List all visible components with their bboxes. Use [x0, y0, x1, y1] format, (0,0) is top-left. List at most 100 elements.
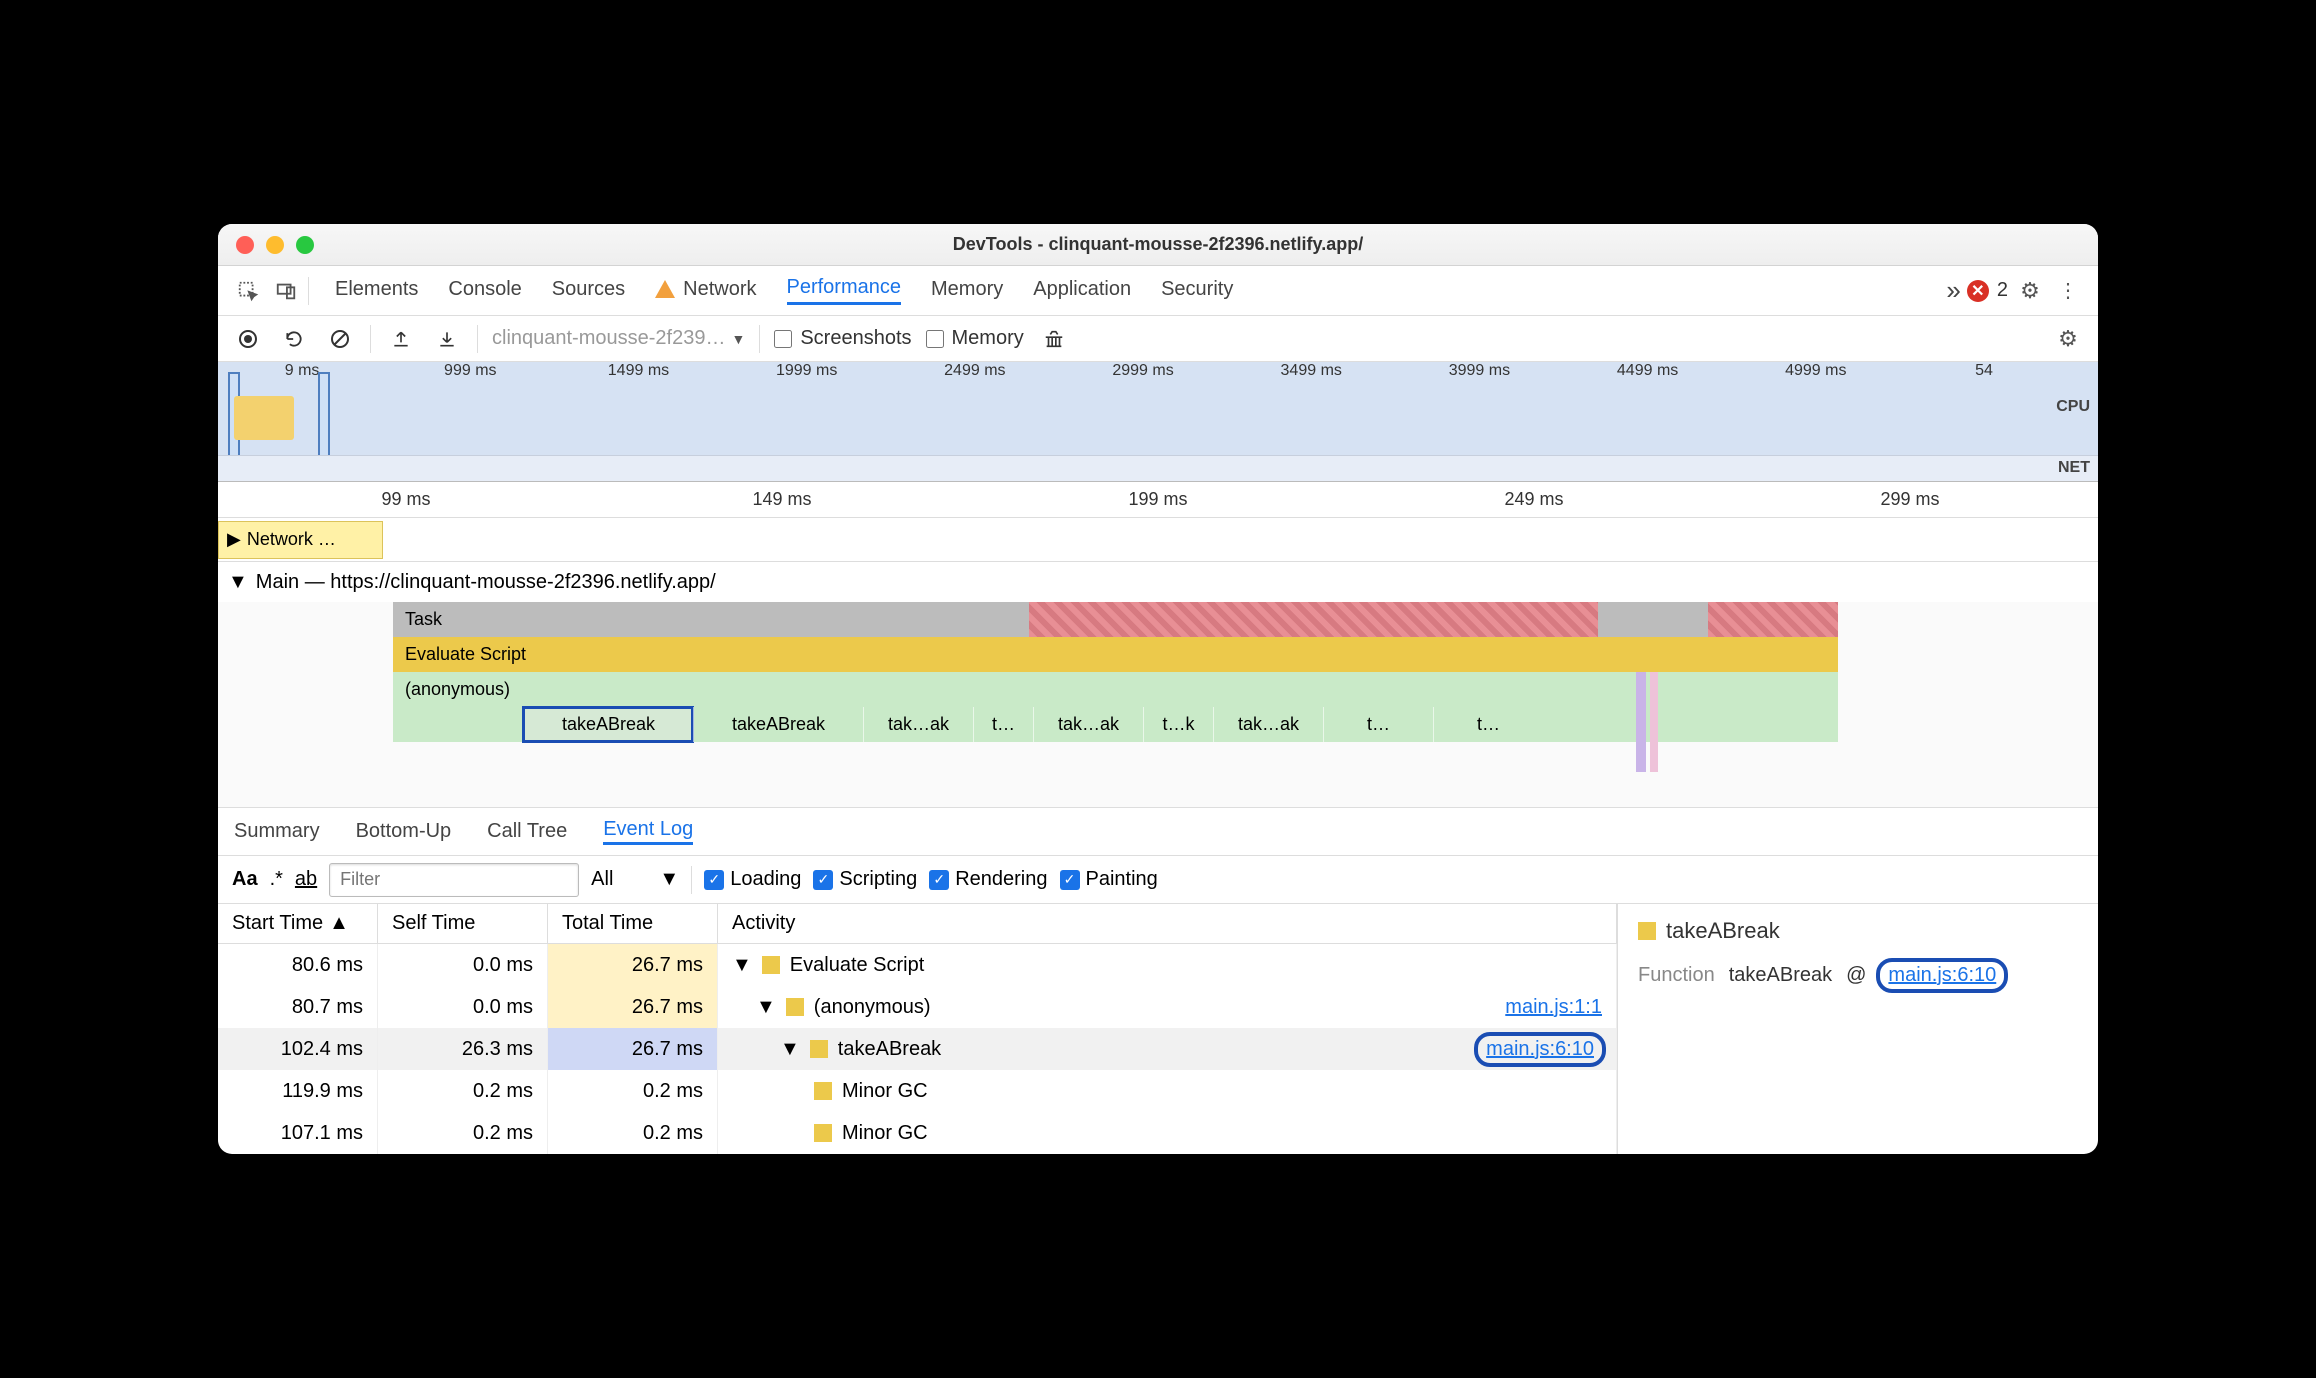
tab-bottom-up[interactable]: Bottom-Up	[356, 820, 452, 843]
flame-call[interactable]: t…	[1433, 707, 1543, 742]
tab-elements[interactable]: Elements	[335, 278, 418, 304]
tick: 999 ms	[386, 362, 554, 386]
cell: 0.2 ms	[548, 1112, 718, 1154]
divider	[759, 325, 760, 353]
clear-icon[interactable]	[324, 323, 356, 355]
more-tabs-icon[interactable]: »	[1946, 275, 1960, 306]
script-icon	[762, 956, 780, 974]
source-link[interactable]: main.js:6:10	[1880, 962, 2004, 989]
filter-input[interactable]	[329, 863, 579, 897]
whole-word-icon[interactable]: ab	[295, 868, 317, 891]
rendering-checkbox[interactable]: ✓Rendering	[929, 868, 1047, 891]
memory-checkbox[interactable]: Memory	[926, 327, 1024, 350]
flame-call[interactable]: t…	[973, 707, 1033, 742]
tab-event-log[interactable]: Event Log	[603, 818, 693, 845]
flame-call[interactable]: tak…ak	[863, 707, 973, 742]
all-dropdown[interactable]: All▼	[591, 868, 679, 891]
table-row[interactable]: 102.4 ms 26.3 ms 26.7 ms ▼takeABreakmain…	[218, 1028, 1617, 1070]
device-mode-icon[interactable]	[270, 275, 302, 307]
script-icon	[1638, 922, 1656, 940]
cell: ▼(anonymous)main.js:1:1	[718, 986, 1617, 1028]
long-task-icon	[1029, 602, 1838, 637]
label: Minor GC	[842, 1122, 928, 1145]
capture-settings-icon[interactable]: ⚙	[2052, 323, 2084, 355]
cell: 0.0 ms	[378, 986, 548, 1028]
source-link[interactable]: main.js:1:1	[1505, 996, 1602, 1019]
col-total-time[interactable]: Total Time	[548, 904, 718, 943]
flame-call[interactable]: tak…ak	[1213, 707, 1323, 742]
reload-icon[interactable]	[278, 323, 310, 355]
label: All	[591, 868, 613, 891]
scripting-checkbox[interactable]: ✓Scripting	[813, 868, 917, 891]
col-activity[interactable]: Activity	[718, 904, 1617, 943]
minimap-flame	[234, 396, 294, 440]
tab-performance[interactable]: Performance	[787, 276, 902, 305]
tab-call-tree[interactable]: Call Tree	[487, 820, 567, 843]
label: Loading	[730, 868, 801, 891]
net-label: NET	[2058, 459, 2090, 477]
regex-icon[interactable]: .*	[270, 868, 283, 891]
tab-console[interactable]: Console	[448, 278, 521, 304]
col-start-time[interactable]: Start Time ▲	[218, 904, 378, 943]
chevron-down-icon[interactable]: ▼	[780, 1038, 800, 1061]
flame-call[interactable]: tak…ak	[1033, 707, 1143, 742]
kebab-icon[interactable]: ⋮	[2052, 275, 2084, 307]
tick: 2499 ms	[891, 362, 1059, 386]
label: Rendering	[955, 868, 1047, 891]
flame-call[interactable]: t…	[1323, 707, 1433, 742]
cell: 26.7 ms	[548, 944, 718, 986]
table-row[interactable]: 119.9 ms 0.2 ms 0.2 ms Minor GC	[218, 1070, 1617, 1112]
case-sensitive-icon[interactable]: Aa	[232, 868, 258, 891]
download-icon[interactable]	[431, 323, 463, 355]
inspect-icon[interactable]	[232, 275, 264, 307]
profile-dropdown[interactable]: clinquant-mousse-2f239… ▼	[492, 327, 745, 350]
flame-chart[interactable]: Task Evaluate Script (anonymous) takeABr…	[218, 602, 2098, 807]
tab-memory[interactable]: Memory	[931, 278, 1003, 304]
source-link[interactable]: main.js:6:10	[1478, 1036, 1602, 1063]
cell: ▼takeABreakmain.js:6:10	[718, 1028, 1617, 1070]
tick: 149 ms	[594, 489, 970, 510]
label: Painting	[1086, 868, 1158, 891]
garbage-collect-icon[interactable]	[1038, 323, 1070, 355]
tab-strip: Elements Console Sources Network Perform…	[335, 276, 1233, 305]
chevron-down-icon[interactable]: ▼	[756, 996, 776, 1019]
table-row[interactable]: 107.1 ms 0.2 ms 0.2 ms Minor GC	[218, 1112, 1617, 1154]
table-header: Start Time ▲ Self Time Total Time Activi…	[218, 904, 1617, 944]
cell: 0.2 ms	[378, 1112, 548, 1154]
error-badge[interactable]: ✕ 2	[1967, 279, 2008, 302]
main-tabs: Elements Console Sources Network Perform…	[218, 266, 2098, 316]
tab-network[interactable]: Network	[655, 278, 756, 304]
network-track[interactable]: ▶ Network …	[218, 521, 383, 559]
flame-call[interactable]: t…k	[1143, 707, 1213, 742]
loading-checkbox[interactable]: ✓Loading	[704, 868, 801, 891]
cell: Minor GC	[718, 1070, 1617, 1112]
divider	[691, 866, 692, 894]
range-handle-right[interactable]	[318, 372, 330, 462]
record-icon[interactable]	[232, 323, 264, 355]
script-icon	[814, 1082, 832, 1100]
timeline-overview[interactable]: 9 ms 999 ms 1499 ms 1999 ms 2499 ms 2999…	[218, 362, 2098, 482]
tab-application[interactable]: Application	[1033, 278, 1131, 304]
flame-call[interactable]: takeABreak	[523, 707, 693, 742]
flame-call[interactable]: takeABreak	[693, 707, 863, 742]
label: Minor GC	[842, 1080, 928, 1103]
overview-minimap	[228, 372, 323, 452]
event-log-table: Start Time ▲ Self Time Total Time Activi…	[218, 904, 1618, 1154]
chevron-down-icon[interactable]: ▼	[732, 954, 752, 977]
painting-checkbox[interactable]: ✓Painting	[1060, 868, 1158, 891]
upload-icon[interactable]	[385, 323, 417, 355]
main-track-header[interactable]: ▼ Main — https://clinquant-mousse-2f2396…	[218, 562, 2098, 602]
table-row[interactable]: 80.7 ms 0.0 ms 26.7 ms ▼(anonymous)main.…	[218, 986, 1617, 1028]
settings-icon[interactable]: ⚙	[2014, 275, 2046, 307]
col-self-time[interactable]: Self Time	[378, 904, 548, 943]
screenshots-checkbox[interactable]: Screenshots	[774, 327, 911, 350]
tab-sources[interactable]: Sources	[552, 278, 625, 304]
script-icon	[810, 1040, 828, 1058]
tab-security[interactable]: Security	[1161, 278, 1233, 304]
table-row[interactable]: 80.6 ms 0.0 ms 26.7 ms ▼Evaluate Script	[218, 944, 1617, 986]
tick: 3999 ms	[1395, 362, 1563, 386]
tab-summary[interactable]: Summary	[234, 820, 320, 843]
main-section: ▼ Main — https://clinquant-mousse-2f2396…	[218, 562, 2098, 808]
cpu-label: CPU	[2056, 398, 2090, 416]
divider	[308, 277, 309, 305]
